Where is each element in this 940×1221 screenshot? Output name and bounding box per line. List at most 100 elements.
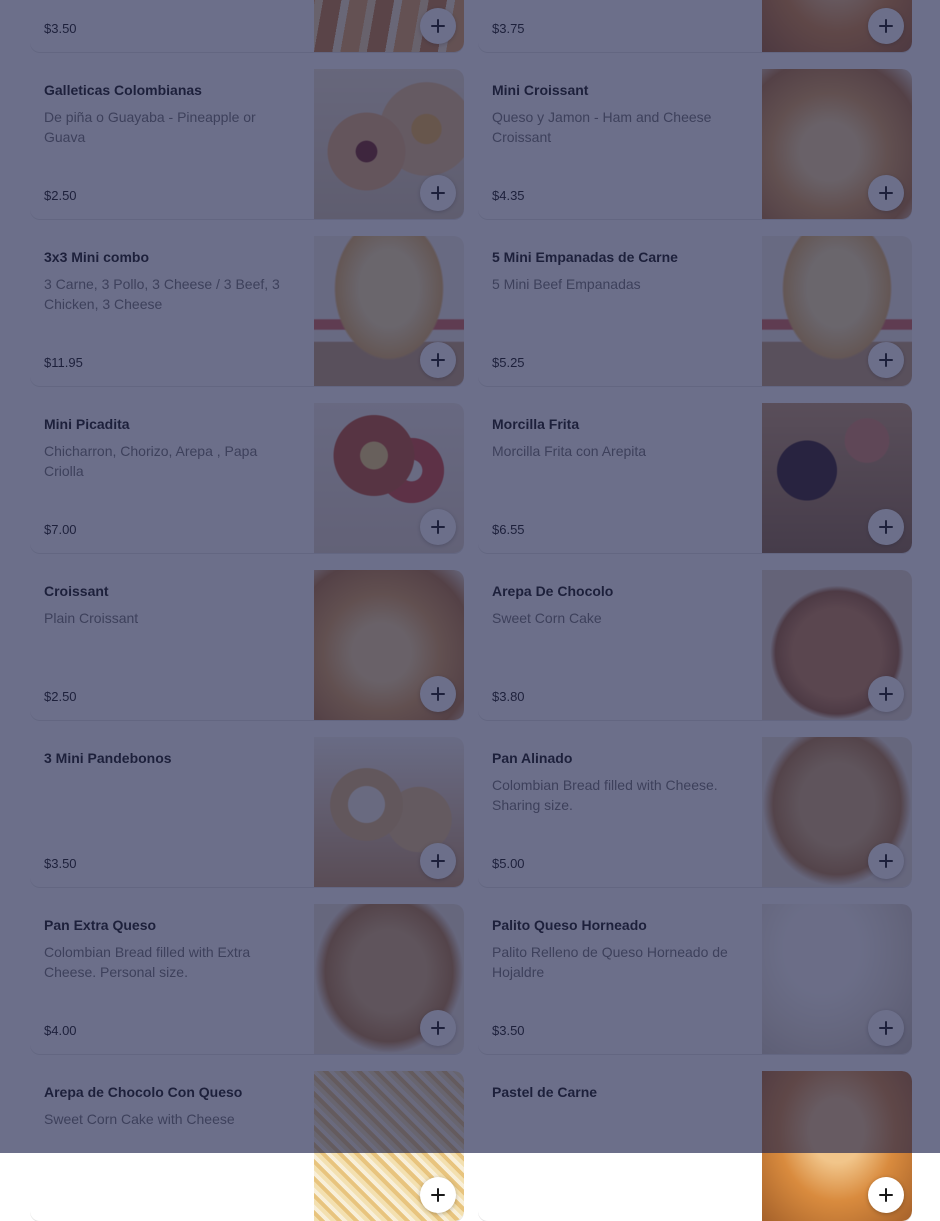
add-item-button[interactable] [420, 509, 456, 545]
plus-icon [879, 186, 893, 200]
menu-item-card[interactable]: Arepa de Chocolo Con Queso Sweet Corn Cak… [30, 1071, 464, 1221]
menu-item-card[interactable]: 5 Mini Empanadas de Carne 5 Mini Beef Emp… [478, 236, 912, 386]
menu-item-card[interactable]: 3x3 Mini combo 3 Carne, 3 Pollo, 3 Cheese… [30, 236, 464, 386]
plus-icon [431, 520, 445, 534]
item-description: Queso y Jamon - Ham and Cheese Croissant [492, 109, 712, 145]
plus-icon [879, 1188, 893, 1202]
item-price: $11.95 [44, 355, 83, 370]
add-item-button[interactable] [420, 676, 456, 712]
add-item-button[interactable] [420, 1010, 456, 1046]
item-title: Croissant [44, 583, 109, 599]
item-info: Mini Picadita Chicharron, Chorizo, Arepa … [44, 413, 300, 481]
menu-item-card[interactable]: Croissant Plain Croissant $2.50 [30, 570, 464, 720]
item-title: Galleticas Colombianas [44, 82, 202, 98]
menu-item-card[interactable]: Mini Picadita Chicharron, Chorizo, Arepa … [30, 403, 464, 553]
item-info: 5 Mini Empanadas de Carne 5 Mini Beef Emp… [492, 246, 748, 294]
plus-icon [431, 1188, 445, 1202]
plus-icon [879, 353, 893, 367]
plus-icon [879, 520, 893, 534]
item-title: Mini Croissant [492, 82, 589, 98]
plus-icon [879, 1021, 893, 1035]
plus-icon [879, 19, 893, 33]
item-description: Sweet Corn Cake with Cheese [44, 1111, 235, 1127]
item-price: $2.50 [44, 188, 77, 203]
item-description: 5 Mini Beef Empanadas [492, 276, 641, 292]
plus-icon [431, 687, 445, 701]
item-title: 5 Mini Empanadas de Carne [492, 249, 678, 265]
item-info: Palito Queso Horneado Palito Relleno de Q… [492, 914, 748, 982]
menu-item-card[interactable]: Pan Extra Queso Colombian Bread filled wi… [30, 904, 464, 1054]
menu-item-card[interactable]: Palito Queso Horneado Palito Relleno de Q… [478, 904, 912, 1054]
item-info: Mini Croissant Queso y Jamon - Ham and Ch… [492, 79, 748, 147]
item-price: $3.50 [492, 1023, 525, 1038]
item-description: Colombian Bread filled with Extra Cheese… [44, 944, 251, 980]
plus-icon [431, 1021, 445, 1035]
item-info: Croissant Plain Croissant [44, 580, 300, 628]
item-info: 3x3 Mini combo 3 Carne, 3 Pollo, 3 Cheese… [44, 246, 300, 314]
item-price: $6.55 [492, 522, 525, 537]
item-price: $7.00 [44, 522, 77, 537]
add-item-button[interactable] [868, 175, 904, 211]
item-price: $5.25 [492, 355, 525, 370]
menu-item-card[interactable]: $3.50 [30, 0, 464, 52]
item-title: 3x3 Mini combo [44, 249, 150, 265]
plus-icon [431, 854, 445, 868]
item-description: Colombian Bread filled with Cheese. Shar… [492, 777, 718, 813]
add-item-button[interactable] [868, 1177, 904, 1213]
item-price: $4.00 [44, 1023, 77, 1038]
add-item-button[interactable] [868, 843, 904, 879]
item-price: $4.35 [492, 188, 525, 203]
plus-icon [431, 186, 445, 200]
item-description: Chicharron, Chorizo, Arepa , Papa Crioll… [44, 443, 258, 479]
item-price: $3.75 [492, 21, 525, 36]
plus-icon [431, 19, 445, 33]
item-price: $5.00 [492, 856, 525, 871]
item-description: Morcilla Frita con Arepita [492, 443, 647, 459]
menu-items-grid: $3.50 $3.75 Galleticas Colombianas De piñ… [30, 0, 912, 1221]
item-info: 3 Mini Pandebonos [44, 747, 300, 775]
item-info: Arepa De Chocolo Sweet Corn Cake [492, 580, 748, 628]
item-description: De piña o Guayaba - Pineapple or Guava [44, 109, 256, 145]
plus-icon [879, 854, 893, 868]
menu-item-card[interactable]: Galleticas Colombianas De piña o Guayaba … [30, 69, 464, 219]
item-price: $3.80 [492, 689, 525, 704]
add-item-button[interactable] [420, 843, 456, 879]
item-info: Pan Extra Queso Colombian Bread filled wi… [44, 914, 300, 982]
add-item-button[interactable] [420, 342, 456, 378]
menu-item-card[interactable]: Morcilla Frita Morcilla Frita con Arepita… [478, 403, 912, 553]
add-item-button[interactable] [868, 1010, 904, 1046]
add-item-button[interactable] [868, 8, 904, 44]
plus-icon [879, 687, 893, 701]
item-info: Morcilla Frita Morcilla Frita con Arepita [492, 413, 748, 461]
item-title: Pan Extra Queso [44, 917, 157, 933]
add-item-button[interactable] [420, 1177, 456, 1213]
item-info: Arepa de Chocolo Con Queso Sweet Corn Cak… [44, 1081, 300, 1129]
add-item-button[interactable] [868, 509, 904, 545]
menu-item-card[interactable]: Pan Alinado Colombian Bread filled with C… [478, 737, 912, 887]
item-description: Sweet Corn Cake [492, 610, 602, 626]
item-title: Arepa De Chocolo [492, 583, 614, 599]
item-title: Pan Alinado [492, 750, 573, 766]
menu-item-card[interactable]: Mini Croissant Queso y Jamon - Ham and Ch… [478, 69, 912, 219]
item-title: Mini Picadita [44, 416, 130, 432]
item-title: Pastel de Carne [492, 1084, 598, 1100]
item-description: Palito Relleno de Queso Horneado de Hoja… [492, 944, 728, 980]
item-price: $3.50 [44, 856, 77, 871]
item-price: $3.50 [44, 21, 77, 36]
item-price: $2.50 [44, 689, 77, 704]
add-item-button[interactable] [420, 175, 456, 211]
plus-icon [431, 353, 445, 367]
item-info: Galleticas Colombianas De piña o Guayaba … [44, 79, 300, 147]
menu-item-card[interactable]: Arepa De Chocolo Sweet Corn Cake $3.80 [478, 570, 912, 720]
item-title: Palito Queso Horneado [492, 917, 647, 933]
add-item-button[interactable] [420, 8, 456, 44]
item-info: Pastel de Carne [492, 1081, 748, 1109]
item-title: Morcilla Frita [492, 416, 580, 432]
item-title: Arepa de Chocolo Con Queso [44, 1084, 243, 1100]
add-item-button[interactable] [868, 342, 904, 378]
menu-item-card[interactable]: 3 Mini Pandebonos $3.50 [30, 737, 464, 887]
item-description: 3 Carne, 3 Pollo, 3 Cheese / 3 Beef, 3 C… [44, 276, 280, 312]
menu-item-card[interactable]: Pastel de Carne [478, 1071, 912, 1221]
menu-item-card[interactable]: $3.75 [478, 0, 912, 52]
add-item-button[interactable] [868, 676, 904, 712]
